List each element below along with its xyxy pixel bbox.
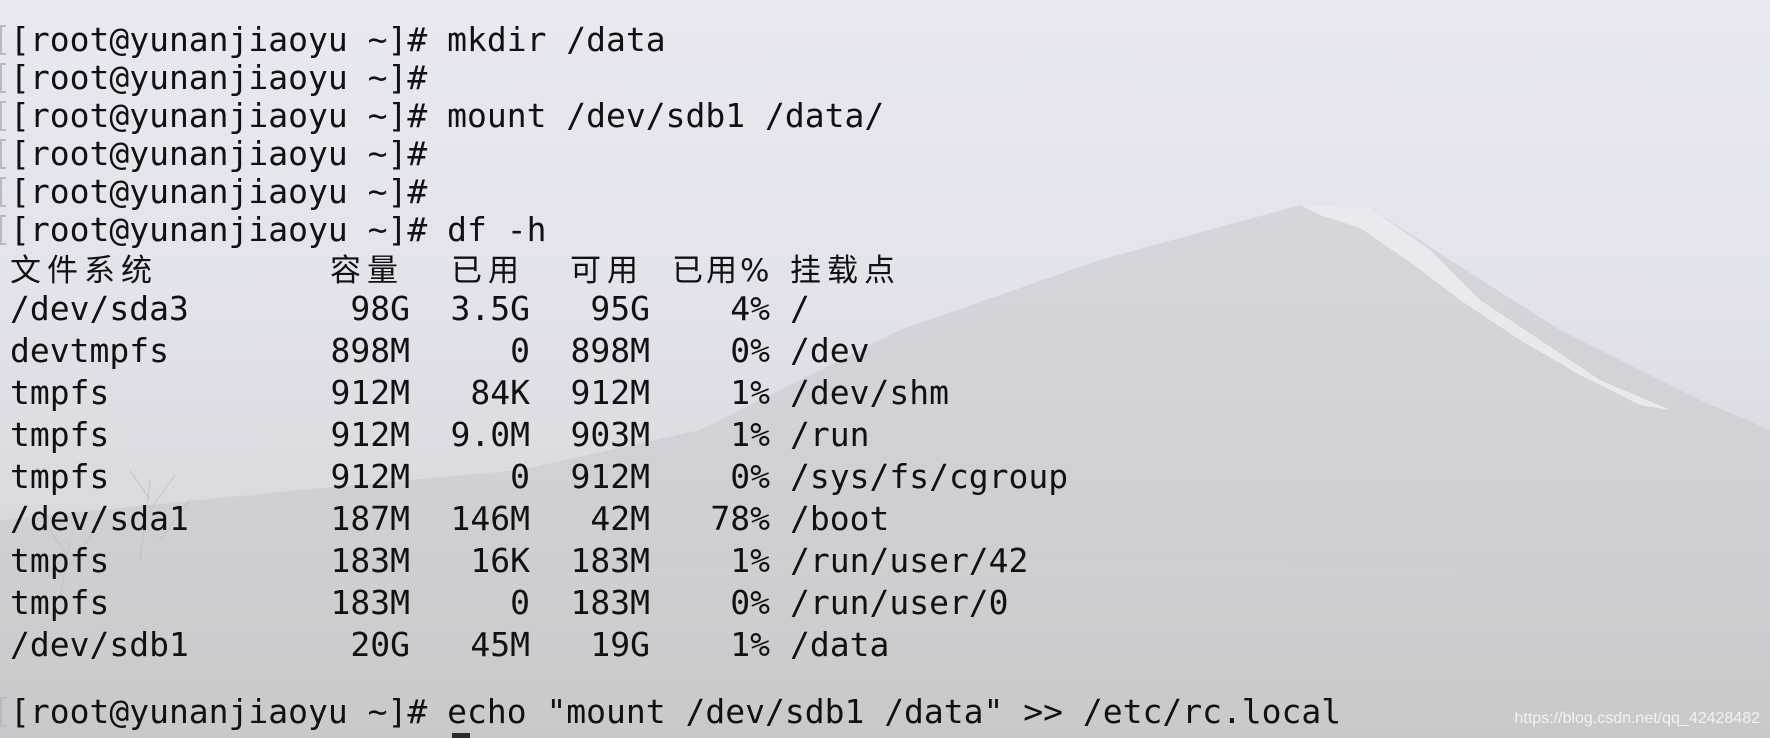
df-cell-avail: 903M [570,415,650,454]
df-cell-use-pct: 1% [730,625,770,664]
df-header-size: 容量 [330,253,404,289]
df-cell-use-pct: 1% [730,415,770,454]
df-cell-size: 912M [330,457,410,496]
df-cell-avail: 912M [570,457,650,496]
watermark-text: https://blog.csdn.net/qq_42428482 [1514,710,1760,727]
df-cell-used: 84K [470,373,530,412]
df-cell-avail: 42M [590,499,650,538]
terminal-line-current: [root@yunanjiaoyu ~]# echo "mount /dev/s… [10,691,1341,733]
df-cell-filesystem: tmpfs [10,583,110,622]
df-cell-used: 0 [510,331,530,370]
df-header-mounted-on: 挂载点 [790,253,901,289]
df-table-row: tmpfs 183M 16K 183M 1% /run/user/42 [0,540,1200,582]
shell-prompt: [root@yunanjiaoyu ~]# [10,210,428,249]
terminal-line: [root@yunanjiaoyu ~]# mount /dev/sdb1 /d… [10,95,884,137]
df-table-row: /dev/sda3 98G 3.5G 95G 4% / [0,288,1200,330]
terminal-line: [root@yunanjiaoyu ~]# [10,133,427,175]
df-table-row: /dev/sdb1 20G 45M 19G 1% /data [0,624,1200,666]
df-header-avail: 可用 [570,253,644,289]
line-marker [0,177,6,207]
df-table-row: tmpfs 183M 0 183M 0% /run/user/0 [0,582,1200,624]
terminal-line: [root@yunanjiaoyu ~]# [10,171,427,213]
df-cell-avail: 19G [590,625,650,664]
df-cell-used: 16K [470,541,530,580]
df-cell-filesystem: /dev/sda1 [10,499,189,538]
df-cell-use-pct: 0% [730,457,770,496]
df-cell-used: 3.5G [450,289,530,328]
command-text: mkdir /data [427,20,666,59]
df-cell-avail: 183M [570,583,650,622]
terminal-line: [root@yunanjiaoyu ~]# mkdir /data [10,19,666,61]
line-marker [0,697,6,727]
df-table-row: tmpfs 912M 9.0M 903M 1% /run [0,414,1200,456]
df-cell-mounted-on: /run [790,415,870,454]
df-cell-avail: 912M [570,373,650,412]
df-cell-use-pct: 78% [710,499,770,538]
df-cell-avail: 898M [570,331,650,370]
df-cell-avail: 95G [590,289,650,328]
df-cell-size: 912M [330,415,410,454]
df-cell-filesystem: tmpfs [10,373,110,412]
shell-prompt: [root@yunanjiaoyu ~]# [10,20,428,59]
df-cell-mounted-on: /boot [790,499,890,538]
df-cell-use-pct: 0% [730,583,770,622]
df-cell-avail: 183M [570,541,650,580]
df-cell-filesystem: tmpfs [10,457,110,496]
df-cell-filesystem: devtmpfs [10,331,169,370]
df-cell-size: 898M [330,331,410,370]
command-text: df -h [427,210,547,249]
line-marker [0,25,6,55]
text-cursor [452,733,470,738]
df-header-row: 文件系统 容量 已用 可用 已用% 挂载点 [0,250,1100,292]
shell-prompt: [root@yunanjiaoyu ~]# [10,58,428,97]
shell-prompt: [root@yunanjiaoyu ~]# [10,96,428,135]
line-marker [0,139,6,169]
df-cell-mounted-on: /dev [790,331,870,370]
df-cell-size: 98G [350,289,410,328]
df-cell-use-pct: 4% [730,289,770,328]
df-cell-use-pct: 1% [730,373,770,412]
df-header-used: 已用 [451,253,525,289]
df-cell-used: 0 [510,583,530,622]
line-marker [0,215,6,245]
command-text: mount /dev/sdb1 /data/ [427,96,885,135]
df-cell-filesystem: tmpfs [10,415,110,454]
df-table-row: tmpfs 912M 0 912M 0% /sys/fs/cgroup [0,456,1200,498]
df-table-row: devtmpfs 898M 0 898M 0% /dev [0,330,1200,372]
line-marker [0,63,6,93]
df-cell-size: 187M [330,499,410,538]
df-cell-mounted-on: /run/user/42 [790,541,1029,580]
terminal-window[interactable]: [root@yunanjiaoyu ~]# mkdir /data [root@… [0,0,1770,738]
df-cell-mounted-on: /data [790,625,890,664]
df-cell-used: 45M [470,625,530,664]
df-cell-use-pct: 0% [730,331,770,370]
df-cell-used: 0 [510,457,530,496]
command-text: echo "mount /dev/sdb1 /data" >> /etc/rc.… [427,692,1342,731]
df-header-filesystem: 文件系统 [10,253,158,289]
df-cell-used: 9.0M [450,415,530,454]
df-cell-size: 183M [330,541,410,580]
df-cell-size: 183M [330,583,410,622]
df-header-use-pct: 已用% [672,253,773,289]
df-cell-filesystem: tmpfs [10,541,110,580]
df-table-row: tmpfs 912M 84K 912M 1% /dev/shm [0,372,1200,414]
shell-prompt: [root@yunanjiaoyu ~]# [10,172,428,211]
df-cell-used: 146M [450,499,530,538]
terminal-line: [root@yunanjiaoyu ~]# df -h [10,209,546,251]
df-cell-mounted-on: /dev/shm [790,373,949,412]
df-cell-mounted-on: /sys/fs/cgroup [790,457,1069,496]
df-cell-filesystem: /dev/sda3 [10,289,189,328]
shell-prompt: [root@yunanjiaoyu ~]# [10,692,428,731]
df-table-row: /dev/sda1 187M 146M 42M 78% /boot [0,498,1200,540]
line-marker [0,101,6,131]
df-cell-size: 20G [350,625,410,664]
df-cell-mounted-on: / [790,289,810,328]
shell-prompt: [root@yunanjiaoyu ~]# [10,134,428,173]
df-cell-use-pct: 1% [730,541,770,580]
df-cell-filesystem: /dev/sdb1 [10,625,189,664]
df-cell-mounted-on: /run/user/0 [790,583,1009,622]
terminal-line: [root@yunanjiaoyu ~]# [10,57,427,99]
df-cell-size: 912M [330,373,410,412]
